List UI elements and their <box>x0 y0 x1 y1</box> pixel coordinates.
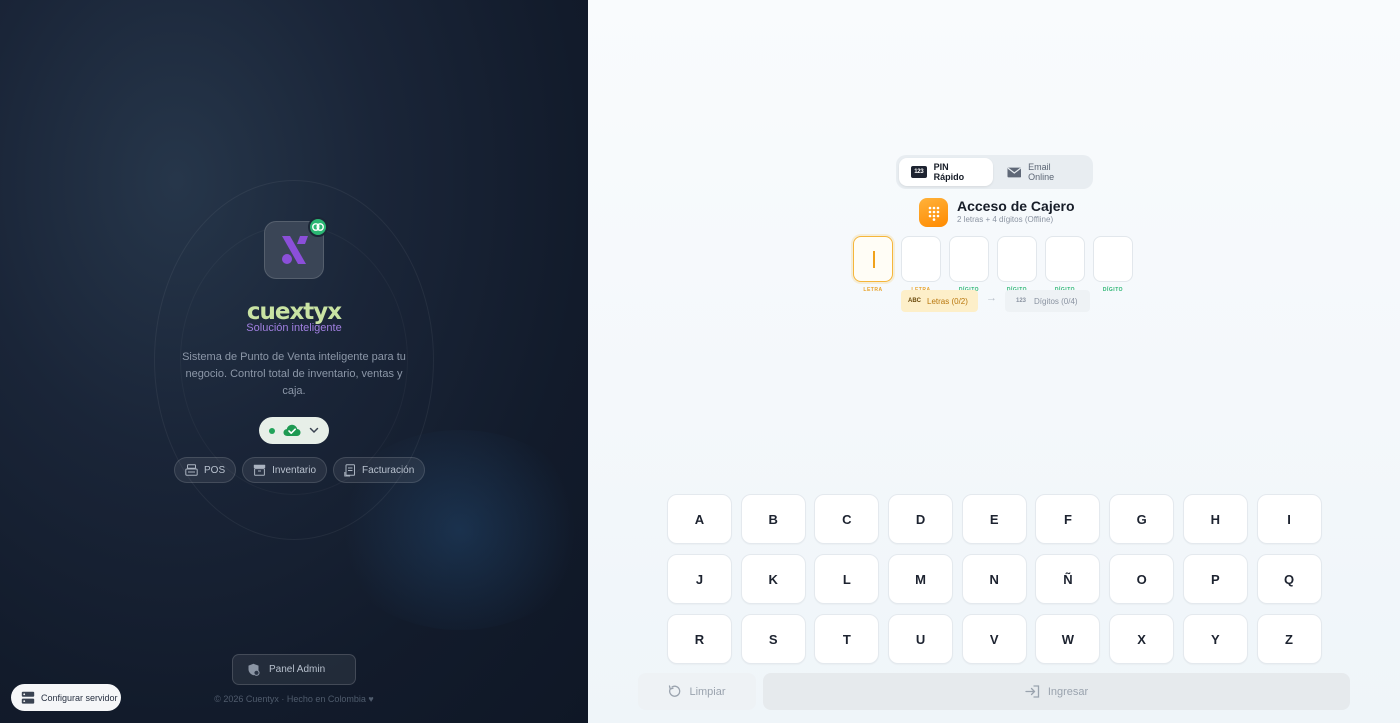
pin-slot-3[interactable] <box>949 236 989 282</box>
letters-progress-text: Letras (0/2) <box>927 296 968 306</box>
key-r[interactable]: R <box>667 614 732 664</box>
archive-icon <box>253 464 266 476</box>
branding-panel: cuextyx Solución inteligente Sistema de … <box>0 0 588 723</box>
module-chip-label: Facturación <box>362 464 415 476</box>
key-a[interactable]: A <box>667 494 732 544</box>
tab-label: Email Online <box>1028 162 1055 182</box>
sign-in-icon <box>1025 685 1039 698</box>
configure-server-label: Configurar servidor <box>41 692 118 703</box>
cloud-check-icon <box>283 424 301 436</box>
register-icon <box>185 464 198 476</box>
brand-block: cuextyx Solución inteligente <box>188 300 400 334</box>
pin-input-group <box>853 236 1133 282</box>
login-subtitle: 2 letras + 4 dígitos (Offline) <box>957 215 1054 224</box>
x-logo-icon <box>282 236 308 264</box>
key-h[interactable]: H <box>1182 494 1248 544</box>
tab-label: PIN Rápido <box>933 162 965 182</box>
key-x[interactable]: X <box>1109 614 1175 664</box>
keypad-icon <box>919 198 948 227</box>
text-caret <box>873 251 875 268</box>
letters-progress-badge: ABC Letras (0/2) <box>901 290 978 312</box>
module-chip-pos[interactable]: POS <box>174 457 237 483</box>
login-title: Acceso de Cajero <box>957 198 1075 214</box>
key-f[interactable]: F <box>1035 494 1101 544</box>
pin-slot-5[interactable] <box>1045 236 1085 282</box>
letter-keyboard: ABCDEFGHI JKLMNÑOPQ RSTUVWXYZ <box>667 494 1322 664</box>
clear-label: Limpiar <box>689 685 726 698</box>
digits-progress-text: Dígitos (0/4) <box>1034 296 1078 306</box>
shield-gear-icon <box>248 663 260 676</box>
reset-icon <box>669 685 681 697</box>
key-q[interactable]: Q <box>1256 554 1322 604</box>
key-i[interactable]: I <box>1256 494 1322 544</box>
login-submit-button[interactable]: Ingresar <box>763 673 1350 710</box>
server-icon <box>21 691 35 704</box>
chevron-down-icon <box>309 427 319 434</box>
pin-pad-icon: 123 <box>911 166 927 178</box>
key-l[interactable]: L <box>814 554 880 604</box>
key-y[interactable]: Y <box>1182 614 1248 664</box>
key-g[interactable]: G <box>1109 494 1175 544</box>
pin-slot-2[interactable] <box>901 236 941 282</box>
module-chips: POS Inventario Facturación <box>174 457 426 483</box>
key-p[interactable]: P <box>1182 554 1248 604</box>
key-w[interactable]: W <box>1035 614 1101 664</box>
brand-description: Sistema de Punto de Venta inteligente pa… <box>182 351 406 397</box>
pin-slot-1[interactable] <box>853 236 893 282</box>
clear-button[interactable]: Limpiar <box>638 673 756 710</box>
brand-tagline: Solución inteligente <box>246 322 342 334</box>
tab-pin-rapido[interactable]: 123 PIN Rápido <box>899 158 993 186</box>
copyright: © 2026 Cuentyx · Hecho en Colombia ♥ <box>214 694 374 704</box>
key-e[interactable]: E <box>961 494 1027 544</box>
login-submit-label: Ingresar <box>1047 685 1089 698</box>
key-s[interactable]: S <box>740 614 806 664</box>
module-chip-facturacion[interactable]: Facturación <box>333 457 426 483</box>
mail-icon <box>1007 167 1021 177</box>
key-n[interactable]: N <box>961 554 1027 604</box>
module-chip-label: Inventario <box>272 464 317 476</box>
key-d[interactable]: D <box>888 494 954 544</box>
configure-server-button[interactable]: Configurar servidor <box>11 684 121 711</box>
key-ñ[interactable]: Ñ <box>1035 554 1101 604</box>
panel-admin-label: Panel Admin <box>269 664 326 675</box>
key-k[interactable]: K <box>740 554 806 604</box>
pin-slot-label: LETRA <box>863 287 883 293</box>
key-z[interactable]: Z <box>1256 614 1322 664</box>
key-m[interactable]: M <box>888 554 954 604</box>
letters-badge-icon: ABC <box>908 298 921 304</box>
key-c[interactable]: C <box>814 494 880 544</box>
key-j[interactable]: J <box>667 554 732 604</box>
link-badge-icon <box>308 217 328 237</box>
brand-name: cuextyx <box>246 299 342 325</box>
arrow-right-icon: → <box>986 292 997 304</box>
digits-badge-icon: 123 <box>1016 298 1027 304</box>
module-chip-label: POS <box>204 464 226 476</box>
key-o[interactable]: O <box>1109 554 1175 604</box>
panel-admin-button[interactable]: Panel Admin <box>232 654 356 685</box>
pin-slot-label: DÍGITO <box>1102 287 1124 293</box>
pin-slot-4[interactable] <box>997 236 1037 282</box>
key-b[interactable]: B <box>740 494 806 544</box>
login-mode-tabs: 123 PIN Rápido Email Online <box>896 155 1093 189</box>
status-dot <box>269 427 275 434</box>
connection-status-toggle[interactable] <box>259 417 329 444</box>
key-t[interactable]: T <box>814 614 880 664</box>
tab-email-online[interactable]: Email Online <box>995 158 1090 186</box>
digits-progress-badge: 123 Dígitos (0/4) <box>1005 290 1090 312</box>
pin-slot-6[interactable] <box>1093 236 1133 282</box>
key-v[interactable]: V <box>961 614 1027 664</box>
key-u[interactable]: U <box>888 614 954 664</box>
module-chip-inventario[interactable]: Inventario <box>242 457 328 483</box>
receipt-icon <box>344 463 356 476</box>
